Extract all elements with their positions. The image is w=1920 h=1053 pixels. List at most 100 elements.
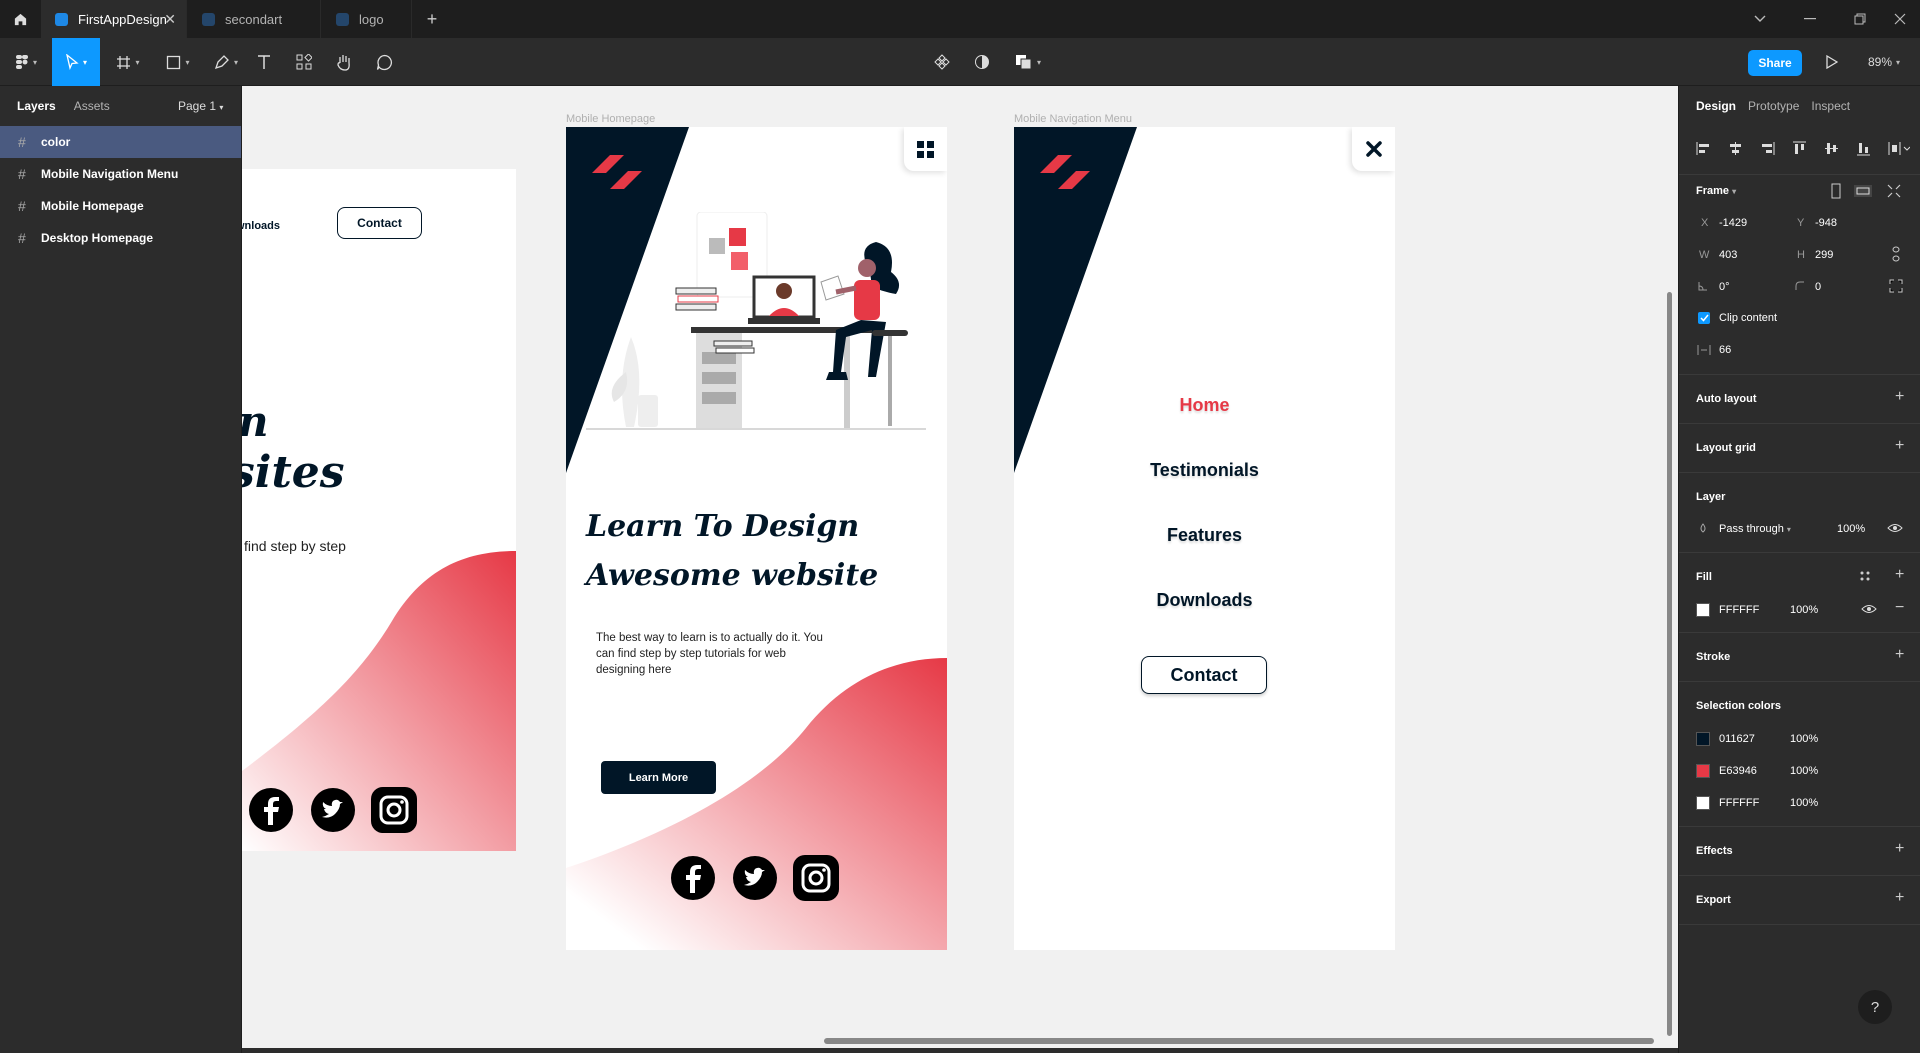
comment-tool[interactable] <box>372 38 396 86</box>
fill-opacity-field[interactable]: 100% <box>1790 604 1818 616</box>
layer-opacity-field[interactable]: 100% <box>1837 523 1865 535</box>
mask-button[interactable] <box>970 38 994 86</box>
remove-fill-button[interactable]: − <box>1895 599 1904 617</box>
add-stroke-button[interactable]: + <box>1895 646 1904 664</box>
layer-item-color[interactable]: # color <box>0 126 241 158</box>
frame-dropdown[interactable]: Frame ▾ <box>1696 185 1736 197</box>
layer-item-desktop-homepage[interactable]: # Desktop Homepage <box>0 222 241 254</box>
home-icon[interactable] <box>0 0 41 38</box>
layer-item-mobile-navigation-menu[interactable]: # Mobile Navigation Menu <box>0 158 241 190</box>
boolean-button[interactable]: ▾ <box>1010 38 1046 86</box>
color-hex-field[interactable]: 011627 <box>1719 733 1755 745</box>
height-field[interactable]: 299 <box>1815 249 1833 261</box>
canvas[interactable]: wnloads Contact n sites find step by ste… <box>242 86 1678 1048</box>
fill-swatch[interactable] <box>1696 603 1710 617</box>
spacing-field[interactable]: 66 <box>1719 344 1731 356</box>
frame-label-mobile-navigation-menu[interactable]: Mobile Navigation Menu <box>1014 113 1132 125</box>
corner-radius-field[interactable]: 0 <box>1815 281 1821 293</box>
nav-downloads[interactable]: wnloads <box>242 220 280 232</box>
color-opacity-field[interactable]: 100% <box>1790 765 1818 777</box>
align-vertical-center-icon[interactable] <box>1824 141 1839 156</box>
twitter-icon[interactable] <box>732 855 778 901</box>
new-tab-button[interactable]: + <box>422 0 442 38</box>
twitter-icon[interactable] <box>310 787 356 833</box>
layer-item-mobile-homepage[interactable]: # Mobile Homepage <box>0 190 241 222</box>
close-menu-button[interactable] <box>1352 127 1395 171</box>
minimize-button[interactable] <box>1785 0 1835 38</box>
distribute-icon[interactable] <box>1888 141 1910 156</box>
instagram-icon[interactable] <box>370 786 418 834</box>
hand-tool[interactable] <box>332 38 356 86</box>
facebook-icon[interactable] <box>670 855 716 901</box>
restore-button[interactable] <box>1835 0 1885 38</box>
learn-more-button[interactable]: Learn More <box>601 761 716 794</box>
add-export-button[interactable]: + <box>1895 889 1904 907</box>
add-auto-layout-button[interactable]: + <box>1895 388 1904 406</box>
contact-button[interactable]: Contact <box>1141 656 1267 694</box>
constrain-proportions-icon[interactable] <box>1891 246 1901 262</box>
main-menu-button[interactable]: ▾ <box>8 38 44 86</box>
nav-item-testimonials[interactable]: Testimonials <box>1014 460 1395 481</box>
facebook-icon[interactable] <box>248 787 294 833</box>
contact-button[interactable]: Contact <box>337 207 422 239</box>
clip-content-checkbox[interactable] <box>1698 312 1710 324</box>
close-window-button[interactable] <box>1880 0 1920 38</box>
color-opacity-field[interactable]: 100% <box>1790 797 1818 809</box>
desktop-homepage-frame[interactable]: wnloads Contact n sites find step by ste… <box>242 169 516 851</box>
tab-inspect[interactable]: Inspect <box>1811 99 1850 113</box>
tab-secondart[interactable]: secondart <box>188 0 321 38</box>
shape-tool[interactable]: ▾ <box>158 38 198 86</box>
resources-tool[interactable] <box>292 38 316 86</box>
color-hex-field[interactable]: E63946 <box>1719 765 1757 777</box>
eye-icon[interactable] <box>1861 603 1877 615</box>
fill-hex-field[interactable]: FFFFFF <box>1719 604 1759 616</box>
color-opacity-field[interactable]: 100% <box>1790 733 1818 745</box>
help-button[interactable]: ? <box>1858 990 1892 1024</box>
nav-item-downloads[interactable]: Downloads <box>1014 590 1395 611</box>
rotation-field[interactable]: 0° <box>1719 281 1730 293</box>
tab-firstappdesign[interactable]: FirstAppDesign ✕ <box>41 0 187 38</box>
horizontal-scrollbar[interactable] <box>824 1038 1654 1044</box>
frame-tool[interactable]: ▾ <box>108 38 148 86</box>
tab-design[interactable]: Design <box>1696 99 1736 113</box>
present-button[interactable] <box>1820 38 1844 86</box>
component-button[interactable] <box>930 38 954 86</box>
text-tool[interactable] <box>252 38 276 86</box>
color-swatch-white[interactable] <box>1696 796 1710 810</box>
portrait-icon[interactable] <box>1830 183 1842 199</box>
tab-assets[interactable]: Assets <box>74 99 110 113</box>
landscape-icon[interactable] <box>1853 184 1873 198</box>
align-horizontal-center-icon[interactable] <box>1728 141 1743 156</box>
resize-to-fit-icon[interactable] <box>1887 184 1901 198</box>
add-fill-button[interactable]: + <box>1895 566 1904 584</box>
nav-item-home[interactable]: Home <box>1014 395 1395 416</box>
move-tool[interactable]: ▾ <box>52 38 100 86</box>
tab-layers[interactable]: Layers <box>17 99 56 113</box>
frame-label-mobile-homepage[interactable]: Mobile Homepage <box>566 113 655 125</box>
color-swatch-red[interactable] <box>1696 764 1710 778</box>
instagram-icon[interactable] <box>792 854 840 902</box>
zoom-dropdown[interactable]: 89% ▾ <box>1868 38 1900 86</box>
color-hex-field[interactable]: FFFFFF <box>1719 797 1759 809</box>
page-selector[interactable]: Page 1 ▾ <box>178 99 223 113</box>
align-right-icon[interactable] <box>1760 141 1775 156</box>
nav-item-features[interactable]: Features <box>1014 525 1395 546</box>
align-bottom-icon[interactable] <box>1856 141 1871 156</box>
eye-icon[interactable] <box>1887 522 1903 534</box>
tab-prototype[interactable]: Prototype <box>1748 99 1799 113</box>
share-button[interactable]: Share <box>1748 50 1802 76</box>
chevron-down-icon[interactable] <box>1735 0 1785 38</box>
width-field[interactable]: 403 <box>1719 249 1737 261</box>
add-layout-grid-button[interactable]: + <box>1895 437 1904 455</box>
menu-grid-button[interactable] <box>904 127 947 171</box>
vertical-scrollbar[interactable] <box>1667 292 1672 1036</box>
style-grid-icon[interactable] <box>1859 570 1871 582</box>
color-swatch-dark[interactable] <box>1696 732 1710 746</box>
blend-mode-dropdown[interactable]: Pass through ▾ <box>1719 523 1791 535</box>
pen-tool[interactable]: ▾ <box>206 38 246 86</box>
y-field[interactable]: -948 <box>1815 217 1837 229</box>
independent-corners-icon[interactable] <box>1889 279 1903 293</box>
x-field[interactable]: -1429 <box>1719 217 1747 229</box>
close-icon[interactable]: ✕ <box>164 11 176 28</box>
mobile-homepage-frame[interactable]: Learn To Design Awesome website The best… <box>566 127 947 950</box>
